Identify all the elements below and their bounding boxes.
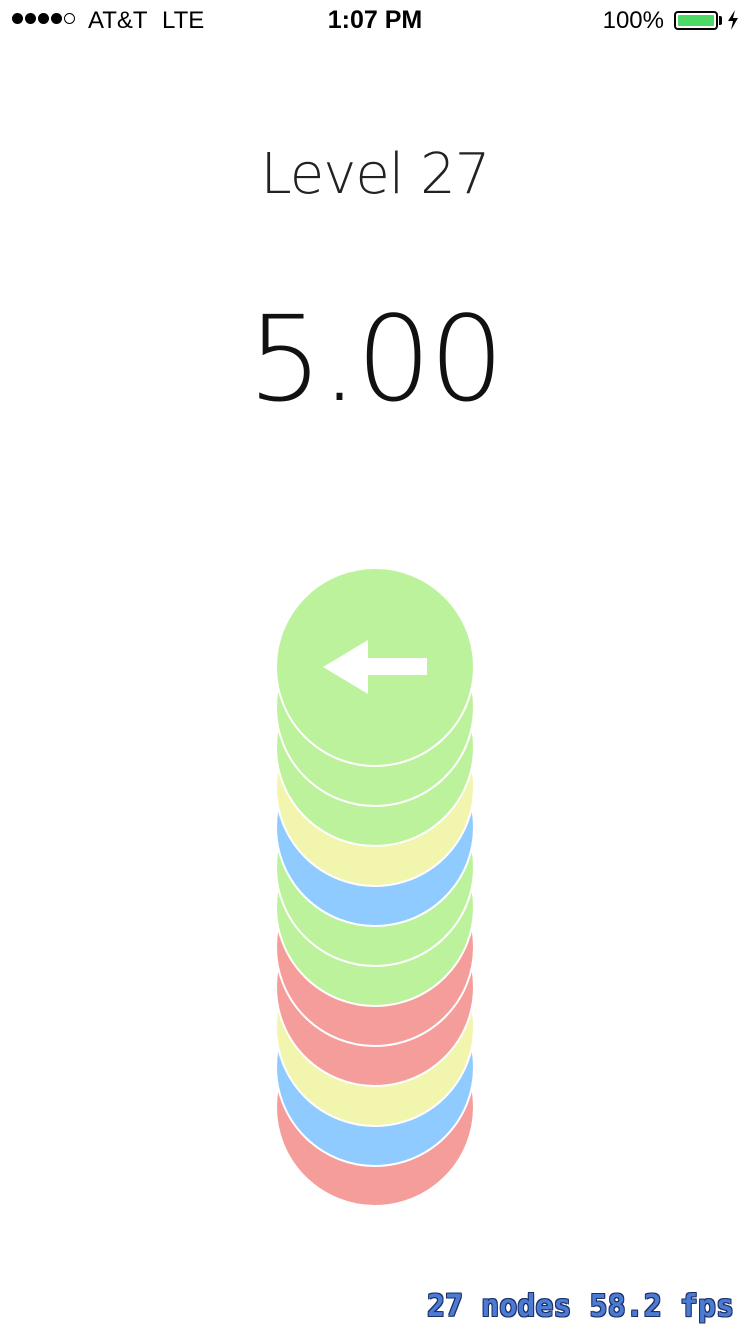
debug-stats: 27 nodes 58.2 fps xyxy=(426,1289,734,1324)
disc-stack[interactable] xyxy=(0,0,750,1334)
